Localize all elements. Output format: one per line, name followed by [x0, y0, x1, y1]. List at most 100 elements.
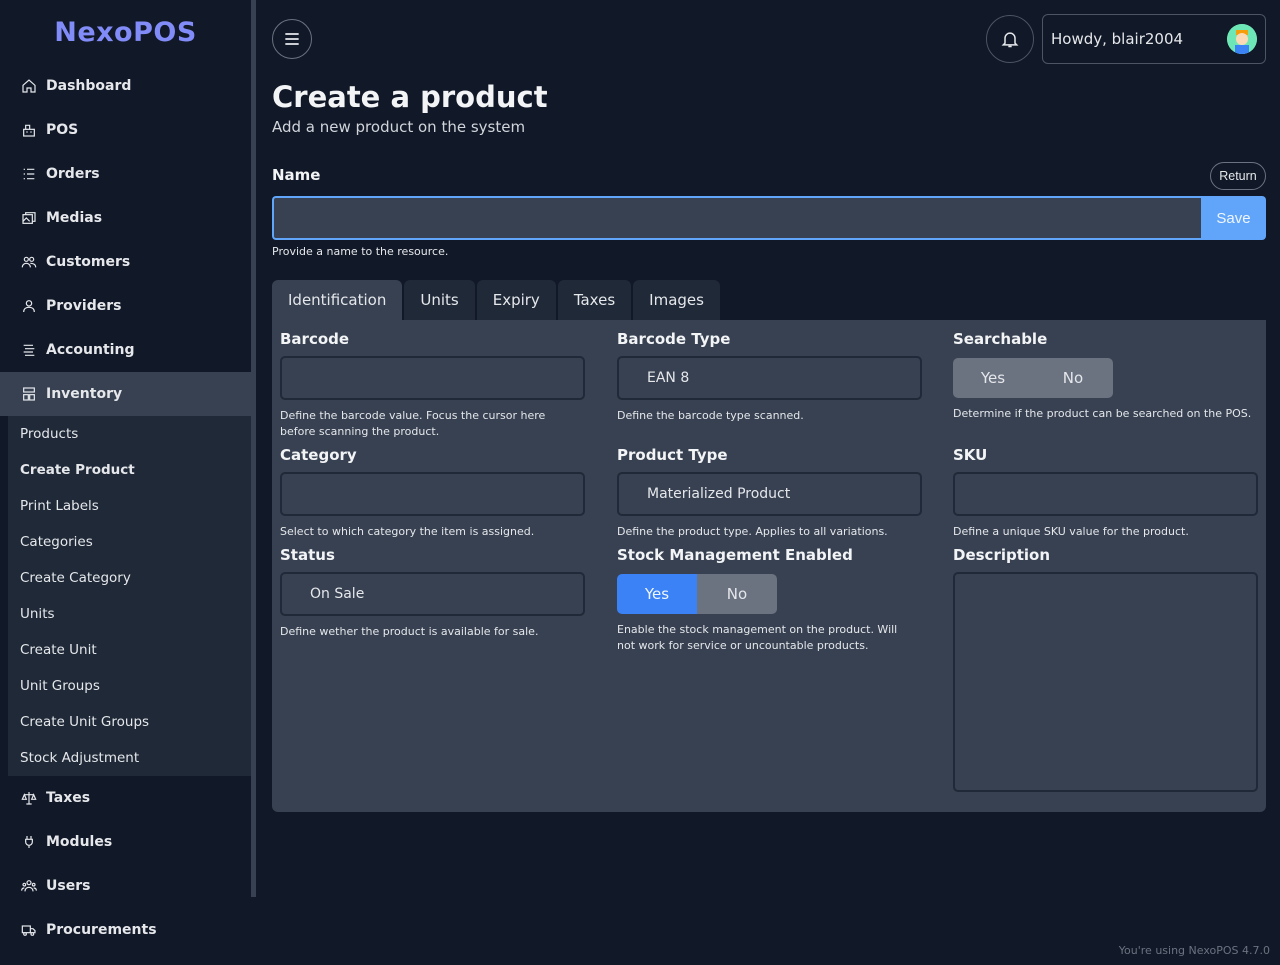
sidebar-item-label: Providers: [46, 298, 122, 314]
sidebar-item-label: Inventory: [46, 386, 123, 402]
name-label: Name: [272, 166, 321, 184]
identification-panel: Barcode Define the barcode value. Focus …: [272, 320, 1266, 812]
sidebar-item-label: Dashboard: [46, 78, 132, 94]
searchable-field: Searchable Yes No Determine if the produ…: [953, 330, 1253, 422]
stock-management-toggle: Yes No: [617, 574, 777, 614]
category-field: Category Select to which category the it…: [280, 446, 585, 540]
list-icon: [20, 165, 38, 183]
product-type-select[interactable]: Materialized Product: [617, 472, 922, 516]
sidebar-subitem-units[interactable]: Units: [8, 596, 251, 632]
user-greeting: Howdy, blair2004: [1051, 30, 1184, 48]
sidebar-item-customers[interactable]: Customers: [0, 240, 251, 284]
searchable-no-option[interactable]: No: [1033, 358, 1113, 398]
barcode-input[interactable]: [280, 356, 585, 400]
sidebar-item-pos[interactable]: POS: [0, 108, 251, 152]
inventory-icon: [20, 385, 38, 403]
tab-units[interactable]: Units: [404, 280, 475, 320]
menu-toggle-button[interactable]: [272, 19, 312, 59]
product-type-help: Define the product type. Applies to all …: [617, 525, 888, 538]
sidebar-item-procurements[interactable]: Procurements: [0, 908, 251, 952]
barcode-label: Barcode: [280, 330, 350, 348]
sidebar-subitem-stock-adjustment[interactable]: Stock Adjustment: [8, 740, 251, 776]
status-field: Status On Sale Define wether the product…: [280, 546, 585, 640]
stock-management-field: Stock Management Enabled Yes No Enable t…: [617, 546, 917, 654]
description-field: Description: [953, 546, 1258, 792]
avatar: [1227, 24, 1257, 54]
plug-icon: [20, 833, 38, 851]
sidebar-subitem-print-labels[interactable]: Print Labels: [8, 488, 251, 524]
stock-management-label: Stock Management Enabled: [617, 546, 853, 564]
name-row: Save: [272, 196, 1266, 240]
description-textarea[interactable]: [953, 572, 1258, 792]
sku-label: SKU: [953, 446, 988, 464]
sidebar-item-label: Medias: [46, 210, 103, 226]
save-button[interactable]: Save: [1201, 196, 1266, 240]
searchable-yes-option[interactable]: Yes: [953, 358, 1033, 398]
sidebar-item-accounting[interactable]: Accounting: [0, 328, 251, 372]
notifications-button[interactable]: [986, 15, 1034, 63]
stock-no-option[interactable]: No: [697, 574, 777, 614]
name-input[interactable]: [272, 196, 1201, 240]
sku-input[interactable]: [953, 472, 1258, 516]
name-help-text: Provide a name to the resource.: [272, 245, 449, 258]
searchable-label: Searchable: [953, 330, 1048, 348]
bell-icon: [1001, 32, 1019, 48]
barcode-type-label: Barcode Type: [617, 330, 731, 348]
page-title: Create a product: [272, 80, 548, 114]
truck-icon: [20, 921, 38, 939]
tab-expiry[interactable]: Expiry: [476, 280, 556, 320]
sidebar-subitem-create-unit[interactable]: Create Unit: [8, 632, 251, 668]
hamburger-icon: [285, 33, 299, 45]
stock-management-help: Enable the stock management on the produ…: [617, 623, 898, 652]
sidebar-item-label: Orders: [46, 166, 100, 182]
product-tabs: Identification Units Expiry Taxes Images: [272, 280, 722, 320]
balance-scale-icon: [20, 789, 38, 807]
user-group-icon: [20, 877, 38, 895]
sidebar-item-label: Taxes: [46, 790, 91, 806]
sidebar-item-label: Users: [46, 878, 91, 894]
sidebar-item-orders[interactable]: Orders: [0, 152, 251, 196]
searchable-help: Determine if the product can be searched…: [953, 407, 1252, 420]
sidebar-subitem-categories[interactable]: Categories: [8, 524, 251, 560]
sidebar-subitem-products[interactable]: Products: [8, 416, 251, 452]
sidebar-item-modules[interactable]: Modules: [0, 820, 251, 864]
home-icon: [20, 77, 38, 95]
accounting-icon: [20, 341, 38, 359]
category-select[interactable]: [280, 472, 585, 516]
sidebar-item-taxes[interactable]: Taxes: [0, 776, 251, 820]
sidebar-item-providers[interactable]: Providers: [0, 284, 251, 328]
sidebar-scrollbar[interactable]: [251, 0, 256, 897]
sidebar-item-users[interactable]: Users: [0, 864, 251, 908]
sidebar-item-label: Modules: [46, 834, 113, 850]
user-menu[interactable]: Howdy, blair2004: [1042, 14, 1266, 64]
barcode-type-select[interactable]: EAN 8: [617, 356, 922, 400]
sidebar-subitem-create-category[interactable]: Create Category: [8, 560, 251, 596]
sidebar-item-label: POS: [46, 122, 79, 138]
product-type-field: Product Type Materialized Product Define…: [617, 446, 922, 540]
tab-identification[interactable]: Identification: [272, 280, 403, 320]
tab-taxes[interactable]: Taxes: [557, 280, 632, 320]
inventory-submenu: Products Create Product Print Labels Cat…: [8, 416, 251, 776]
sidebar-subitem-create-product[interactable]: Create Product: [8, 452, 251, 488]
sidebar-item-label: Accounting: [46, 342, 135, 358]
sidebar-subitem-unit-groups[interactable]: Unit Groups: [8, 668, 251, 704]
stock-yes-option[interactable]: Yes: [617, 574, 697, 614]
tab-images[interactable]: Images: [633, 280, 720, 320]
sidebar-item-label: Procurements: [46, 922, 157, 938]
status-help: Define wether the product is available f…: [280, 625, 539, 638]
sidebar-item-label: Customers: [46, 254, 131, 270]
barcode-field: Barcode Define the barcode value. Focus …: [280, 330, 585, 440]
status-select[interactable]: On Sale: [280, 572, 585, 616]
sidebar-subitem-create-unit-groups[interactable]: Create Unit Groups: [8, 704, 251, 740]
cash-register-icon: [20, 121, 38, 139]
app-logo[interactable]: NexoPOS: [0, 0, 251, 64]
sidebar-item-inventory[interactable]: Inventory: [0, 372, 251, 416]
return-button[interactable]: Return: [1210, 162, 1266, 190]
product-type-label: Product Type: [617, 446, 728, 464]
sidebar: NexoPOS Dashboard POS Orders Medias Cust…: [0, 0, 251, 965]
sidebar-item-medias[interactable]: Medias: [0, 196, 251, 240]
barcode-help: Define the barcode value. Focus the curs…: [280, 409, 546, 438]
sidebar-item-dashboard[interactable]: Dashboard: [0, 64, 251, 108]
users-icon: [20, 253, 38, 271]
searchable-toggle: Yes No: [953, 358, 1113, 398]
